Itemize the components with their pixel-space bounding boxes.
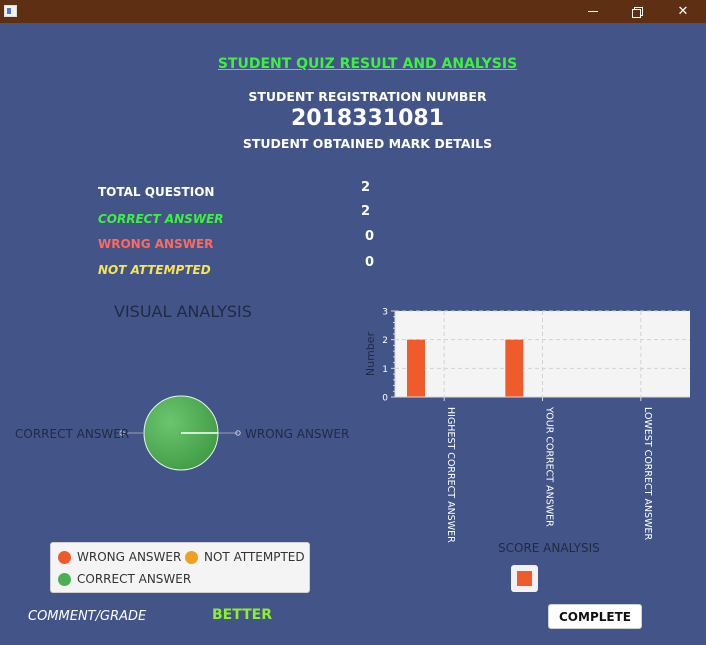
y-tick-label-3: 3: [382, 308, 388, 318]
correct-answer-label: CORRECT ANSWER: [98, 212, 224, 226]
comment-grade-label: COMMENT/GRADE: [28, 609, 147, 624]
x-tick-label-2: LOWEST CORRECT ANSWER: [642, 407, 653, 540]
total-question-value: 2: [361, 180, 371, 195]
pie-label-correct: CORRECT ANSWER: [15, 427, 130, 441]
legend-item-correct: CORRECT ANSWER: [58, 572, 191, 586]
grade-value: BETTER: [212, 607, 272, 623]
not-attempted-value: 0: [365, 255, 375, 270]
wrong-answer-label: WRONG ANSWER: [98, 237, 214, 251]
bar-1[interactable]: [505, 339, 524, 397]
minimize-button[interactable]: [570, 0, 616, 23]
app-icon: [4, 5, 17, 17]
minimize-icon: [588, 11, 598, 12]
restore-icon: [632, 6, 643, 18]
title-bar: ✕: [0, 0, 706, 23]
legend-item-not-attempted: NOT ATTEMPTED: [185, 550, 305, 564]
wrong-answer-value: 0: [365, 229, 375, 244]
registration-number: 2018331081: [290, 106, 445, 131]
pie-legend: WRONG ANSWER NOT ATTEMPTED CORRECT ANSWE…: [50, 542, 310, 593]
bar-0[interactable]: [407, 339, 425, 397]
not-attempted-label: NOT ATTEMPTED: [98, 263, 211, 277]
legend-label-not-attempted: NOT ATTEMPTED: [204, 550, 305, 564]
y-tick-label-0: 0: [382, 394, 388, 404]
marks-label: STUDENT OBTAINED MARK DETAILS: [242, 136, 493, 151]
correct-answer-value: 2: [361, 204, 371, 219]
close-button[interactable]: ✕: [660, 0, 706, 23]
legend-label-wrong: WRONG ANSWER: [77, 550, 182, 564]
legend-label-correct: CORRECT ANSWER: [77, 572, 192, 586]
x-tick-label-0: HIGHEST CORRECT ANSWER: [445, 407, 456, 543]
complete-button[interactable]: COMPLETE: [548, 604, 642, 629]
legend-dot-correct: [58, 572, 71, 586]
y-tick-label-2: 2: [382, 336, 388, 346]
restore-button[interactable]: [614, 0, 660, 23]
pie-label-wrong: WRONG ANSWER: [245, 427, 350, 441]
visual-analysis-title: VISUAL ANALYSIS: [114, 302, 252, 321]
score-bar-chart: 0 1 2 3 HIGHEST CORRECT ANSWER YOUR CORRECT …: [364, 308, 690, 543]
total-question-label: TOTAL QUESTION: [98, 185, 215, 199]
legend-dot-not-attempted: [185, 550, 198, 564]
legend-item-wrong: WRONG ANSWER: [58, 550, 181, 564]
legend-dot-wrong: [58, 550, 71, 564]
registration-label: STUDENT REGISTRATION NUMBER: [248, 89, 487, 104]
score-legend-swatch: [517, 571, 532, 586]
x-tick-label-1: YOUR CORRECT ANSWER: [544, 406, 555, 527]
score-legend: [511, 565, 538, 592]
close-icon: ✕: [677, 4, 689, 19]
y-tick-label-1: 1: [382, 365, 388, 375]
y-axis-label: Number: [364, 331, 377, 376]
page-title: STUDENT QUIZ RESULT AND ANALYSIS: [217, 56, 518, 72]
score-analysis-title: SCORE ANALYSIS: [498, 541, 600, 555]
